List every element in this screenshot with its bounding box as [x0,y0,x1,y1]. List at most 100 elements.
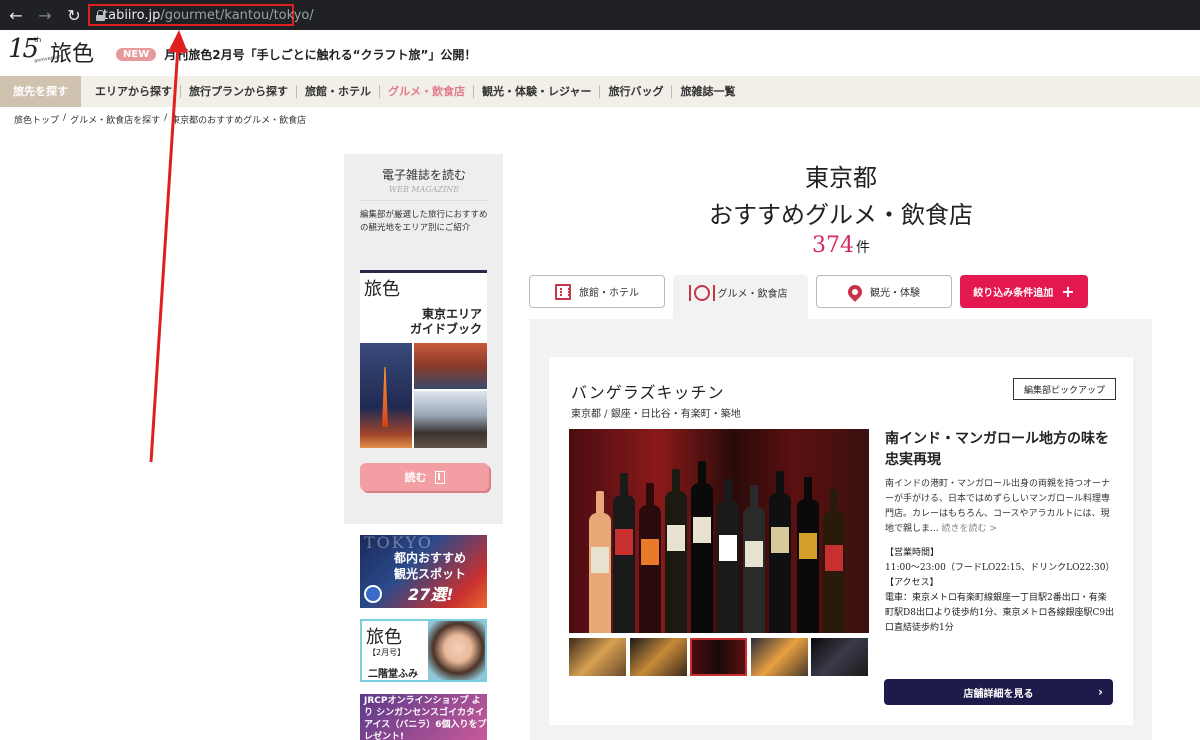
wine-bottle [797,477,819,633]
present-banner-text: JRCPオンラインショップ より シンガンセンスゴイカタイアイス（バニラ）6個入… [364,696,487,740]
address-bar[interactable]: tabiiro.jp /gourmet/kantou/tokyo/ [88,4,314,26]
magazine-cover[interactable]: 旅色 東京エリア ガイドブック [360,270,487,448]
nav-item-hotel[interactable]: 旅館・ホテル [297,85,380,98]
annotation-arrow-shaft [149,45,180,463]
nav-item-area[interactable]: エリアから探す [87,85,181,98]
wine-bottle [613,473,635,633]
logo-name: 旅色 [50,42,95,67]
wine-bottle [639,483,661,633]
thumbnail[interactable] [629,638,687,676]
read-more-link[interactable]: 続きを読む > [941,524,996,534]
access-heading: 【アクセス】 [885,578,939,588]
site-logo[interactable]: 15 th anniversary 旅色 [8,34,98,70]
breadcrumb-sep: / [164,113,168,123]
browser-toolbar: ← → ↻ tabiiro.jp /gourmet/kantou/tokyo/ [0,0,1200,30]
tab-sightseeing[interactable]: 観光・体験 [816,275,952,308]
nav-search-tag: 旅先を探す [0,76,81,107]
city-image [414,343,487,389]
shrine-image [414,391,487,448]
global-nav: 旅先を探す エリアから探す 旅行プランから探す 旅館・ホテル グルメ・飲食店 観… [0,76,1200,107]
read-button-label: 読む [404,471,427,484]
page-title-line1: 東京都 [805,164,877,192]
map-pin-icon [845,281,865,302]
shop-detail-label: 店舗詳細を見る [963,688,1034,700]
main-photo[interactable] [569,429,869,633]
read-button[interactable]: 読む [360,463,489,491]
tokyo-tower-image [360,343,412,448]
reload-icon[interactable]: ↻ [61,2,87,28]
banner-line2: 観光スポット [394,567,467,581]
restaurant-lead: 南インド・マンガロール地方の味を忠実再現 [885,431,1109,468]
logo-number: 15 [8,34,39,64]
restaurant-description: 南インドの港町・マンガロール出身の両親を持つオーナーが手がける、日本ではめずらし… [885,477,1113,537]
breadcrumb-current: 東京都のおすすめグルメ・飲食店 [171,116,307,126]
dish-icon [688,285,715,301]
breadcrumb-gourmet[interactable]: グルメ・飲食店を探す [70,113,160,126]
chevron-right-icon: › [1098,685,1103,699]
nav-item-travel-bag[interactable]: 旅行バッグ [600,85,673,98]
description-text: 南インドの港町・マンガロール出身の両親を持つオーナーが手がける、日本ではめずらし… [885,479,1111,534]
hours-text: 11:00～23:00（フードLO22:15、ドリンクLO22:30） [885,563,1115,573]
web-magazine-title: 電子雑誌を読む [381,168,466,182]
breadcrumb-sep: / [63,113,67,123]
building-icon [555,283,571,300]
wine-bottle [823,489,845,633]
magazine-title: 東京エリア ガイドブック [402,307,482,337]
page-title-line2: おすすめグルメ・飲食店 [709,201,973,229]
web-magazine-description: 編集部が厳選した旅行におすすめの観光地をエリア別にご紹介 [360,210,488,233]
magazine-issue-banner[interactable]: 旅色 【2月号】 二階堂ふみ [360,619,487,682]
tab-sightseeing-label: 観光・体験 [870,288,920,299]
restaurant-name[interactable]: バンゲラズキッチン [571,379,724,403]
banner-line1: 都内おすすめ [394,551,467,565]
logo-th: th [34,36,42,44]
thumbnail-strip [569,638,872,676]
forward-icon[interactable]: → [32,2,58,28]
nav-item-sightseeing[interactable]: 観光・体験・レジャー [474,85,601,98]
magazine-brand: 旅色 [364,279,400,300]
thumbnail[interactable] [690,638,747,676]
breadcrumb: 旅色トップ / グルメ・飲食店を探す / 東京都のおすすめグルメ・飲食店 [14,113,310,126]
wine-bottle [691,461,713,633]
breadcrumb-home[interactable]: 旅色トップ [14,113,59,126]
restaurant-area: 東京都 / 銀座・日比谷・有楽町・築地 [571,409,741,420]
news-ticker[interactable]: NEW 月刊旅色2月号「手しごとに触れる“クラフト旅”」公開！ [116,46,476,63]
present-banner[interactable]: JRCPオンラインショップ より シンガンセンスゴイカタイアイス（バニラ）6個入… [360,694,487,740]
wine-bottle [589,491,611,633]
tokyo-spots-banner[interactable]: TOKYO 都内おすすめ 観光スポット 27選! [360,535,487,608]
url-path: /gourmet/kantou/tokyo/ [160,7,314,23]
web-magazine-box: 電子雑誌を読む WEB MAGAZINE 編集部が厳選した旅行におすすめの観光地… [344,154,503,524]
result-count: 374 件 [530,233,1152,258]
editor-pick-badge: 編集部ピックアップ [1013,378,1116,400]
restaurant-info: 【営業時間】 11:00～23:00（フードLO22:15、ドリンクLO22:3… [885,546,1115,636]
nav-item-plan[interactable]: 旅行プランから探す [181,85,297,98]
shop-detail-button[interactable]: 店舗詳細を見る › [884,679,1113,705]
add-filter-label: 絞り込み条件追加 [973,288,1054,299]
result-count-number: 374 [812,233,854,258]
web-magazine-subtitle: WEB MAGAZINE [360,185,488,201]
tab-gourmet[interactable]: グルメ・飲食店 [673,275,808,320]
thumbnail[interactable] [811,638,868,676]
cover-person-image [428,621,485,680]
wine-bottle [743,485,765,633]
tab-gourmet-label: グルメ・飲食店 [717,289,788,300]
magazine-title-line2: ガイドブック [409,322,482,336]
news-text[interactable]: 月刊旅色2月号「手しごとに触れる“クラフト旅”」公開！ [164,46,476,63]
banner-line3: 27選! [408,585,454,604]
banner-circle-icon [364,585,382,603]
access-text: 電車：東京メトロ有楽町線銀座一丁目駅2番出口・有楽町駅D8出口より徒歩約1分、東… [885,593,1115,633]
hours-heading: 【営業時間】 [885,548,940,558]
banner-person: 二階堂ふみ [368,669,418,680]
back-icon[interactable]: ← [3,2,29,28]
wine-bottle [717,479,739,633]
restaurant-card: バンゲラズキッチン 東京都 / 銀座・日比谷・有楽町・築地 編集部ピックアップ … [549,357,1133,725]
thumbnail[interactable] [569,638,626,676]
nav-item-gourmet[interactable]: グルメ・飲食店 [380,85,474,98]
magazine-title-line1: 東京エリア [421,307,482,321]
add-filter-button[interactable]: 絞り込み条件追加 + [960,275,1088,308]
wine-bottle [769,471,791,633]
banner-brand: 旅色 [366,627,402,648]
tab-hotel-label: 旅館・ホテル [579,288,639,299]
nav-item-magazines[interactable]: 旅雑誌一覧 [672,85,743,98]
thumbnail[interactable] [750,638,808,676]
tab-hotel[interactable]: 旅館・ホテル [529,275,665,308]
